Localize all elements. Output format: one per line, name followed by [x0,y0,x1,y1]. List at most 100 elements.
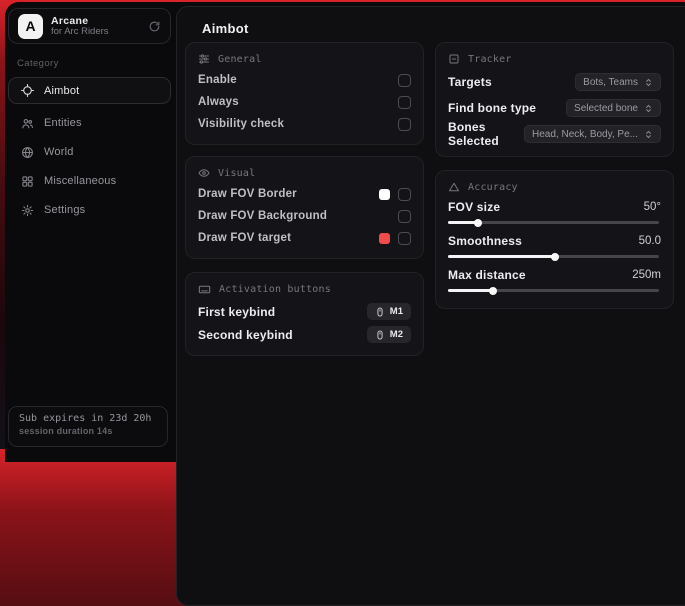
fov-size-slider[interactable] [448,217,661,227]
unfold-icon [644,130,653,139]
setting-row: FOV size 50° [448,197,661,227]
setting-label: Draw FOV Border [198,188,297,200]
setting-row: Bones Selected Head, Neck, Body, Pe... [448,121,661,147]
keybind-value: M1 [390,306,403,317]
left-column: General Enable Always Visibility check [185,42,424,367]
keybind-value: M2 [390,329,403,340]
bones-selected-dropdown[interactable]: Head, Neck, Body, Pe... [524,125,661,143]
sliders-icon [198,53,210,65]
sidebar-item-label: World [44,146,74,158]
sidebar-item-label: Miscellaneous [44,175,116,187]
session-duration-text: session duration 14s [19,426,157,436]
card-activation-buttons: Activation buttons First keybind M1 [185,272,424,356]
setting-row: Visibility check [198,113,411,135]
draw-fov-border-checkbox[interactable] [398,188,411,201]
smoothness-value: 50.0 [639,235,661,247]
setting-label: Targets [448,75,492,89]
scan-icon [448,53,460,65]
grid-icon [21,175,34,188]
globe-icon [21,146,34,159]
fov-size-value: 50° [644,201,661,213]
card-accuracy: Accuracy FOV size 50° Smoothness [435,170,674,309]
app-window: A Arcane for Arc Riders Category Aimbot [5,2,685,462]
card-title-label: General [218,54,262,65]
card-title-label: Visual [218,168,255,179]
setting-row: Max distance 250m [448,265,661,295]
max-distance-value: 250m [632,269,661,281]
app-subtitle: for Arc Riders [51,27,109,38]
targets-dropdown[interactable]: Bots, Teams [575,73,661,91]
main-panel: Aimbot General Enable Always [176,6,685,606]
category-label: Category [17,58,171,69]
setting-label: Max distance [448,268,526,282]
refresh-icon[interactable] [148,20,161,33]
setting-row: Always [198,91,411,113]
app-name: Arcane [51,15,109,27]
card-title-label: Activation buttons [219,284,331,295]
setting-label: Draw FOV Background [198,210,327,222]
sidebar-item-label: Settings [44,204,85,216]
sidebar-item-aimbot[interactable]: Aimbot [8,77,171,104]
crosshair-icon [21,84,34,97]
triangle-icon [448,181,460,193]
sidebar-item-settings[interactable]: Settings [8,198,171,222]
card-title-label: Accuracy [468,182,518,193]
setting-row: Second keybind M2 [198,323,411,346]
eye-icon [198,167,210,179]
sidebar-item-entities[interactable]: Entities [8,111,171,135]
sidebar: A Arcane for Arc Riders Category Aimbot [8,8,171,456]
mouse-icon [375,330,385,340]
setting-row: Smoothness 50.0 [448,231,661,261]
sidebar-item-label: Entities [44,117,82,129]
setting-label: Find bone type [448,101,536,115]
draw-fov-target-checkbox[interactable] [398,232,411,245]
keyboard-icon [198,283,211,296]
sidebar-nav: Aimbot Entities World [8,77,171,227]
always-checkbox[interactable] [398,96,411,109]
unfold-icon [644,104,653,113]
unfold-icon [644,78,653,87]
card-title-label: Tracker [468,54,512,65]
setting-label: FOV size [448,200,500,214]
card-visual: Visual Draw FOV Border Draw FOV Backgrou… [185,156,424,259]
setting-row: First keybind M1 [198,300,411,323]
setting-label: First keybind [198,305,275,319]
first-keybind-button[interactable]: M1 [367,303,411,320]
smoothness-slider[interactable] [448,251,661,261]
fov-target-color-swatch[interactable] [379,233,390,244]
sidebar-header: A Arcane for Arc Riders [8,8,171,44]
setting-row: Find bone type Selected bone [448,95,661,121]
visibility-check-checkbox[interactable] [398,118,411,131]
page-title: Aimbot [202,21,249,36]
setting-row: Targets Bots, Teams [448,69,661,95]
setting-row: Draw FOV Border [198,183,411,205]
gear-icon [21,204,34,217]
dropdown-value: Selected bone [574,103,638,114]
setting-label: Smoothness [448,234,522,248]
card-tracker: Tracker Targets Bots, Teams [435,42,674,157]
setting-row: Enable [198,69,411,91]
sub-expiry-text: Sub expires in 23d 20h [19,413,157,424]
right-column: Tracker Targets Bots, Teams [435,42,674,320]
setting-label: Draw FOV target [198,232,291,244]
dropdown-value: Head, Neck, Body, Pe... [532,129,638,140]
fov-border-color-swatch[interactable] [379,189,390,200]
find-bone-type-dropdown[interactable]: Selected bone [566,99,661,117]
sidebar-item-miscellaneous[interactable]: Miscellaneous [8,169,171,193]
sidebar-item-label: Aimbot [44,85,79,97]
setting-label: Enable [198,74,237,86]
second-keybind-button[interactable]: M2 [367,326,411,343]
setting-label: Second keybind [198,328,293,342]
sidebar-item-world[interactable]: World [8,140,171,164]
subscription-info: Sub expires in 23d 20h session duration … [8,406,168,447]
card-general: General Enable Always Visibility check [185,42,424,145]
app-logo: A [18,14,43,39]
mouse-icon [375,307,385,317]
enable-checkbox[interactable] [398,74,411,87]
dropdown-value: Bots, Teams [583,77,638,88]
setting-label: Always [198,96,239,108]
max-distance-slider[interactable] [448,285,661,295]
setting-label: Bones Selected [448,120,520,148]
draw-fov-background-checkbox[interactable] [398,210,411,223]
setting-label: Visibility check [198,118,284,130]
